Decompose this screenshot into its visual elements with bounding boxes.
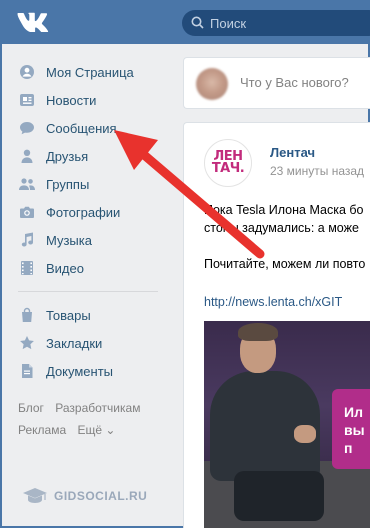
sidebar-item-label: Закладки [46, 335, 103, 351]
bag-icon [18, 307, 36, 323]
sidebar-item-label: Документы [46, 363, 114, 379]
film-icon [18, 260, 36, 276]
sidebar-item-news[interactable]: Новости [2, 86, 172, 114]
person-icon [18, 148, 36, 164]
sidebar-item-friends[interactable]: Друзья [2, 142, 172, 170]
sidebar-item-label: Фотографии [46, 204, 121, 220]
chat-icon [18, 120, 36, 136]
image-caption-line: Ил [344, 404, 363, 420]
sidebar-item-messages[interactable]: Сообщения [2, 114, 172, 142]
post-time[interactable]: 23 минуты назад [270, 164, 364, 178]
post-text: Пока Tesla Илона Маска бо стоны задумали… [204, 201, 370, 273]
post-text-line: стоны задумались: а може [204, 221, 359, 235]
star-icon [18, 335, 36, 351]
left-sidebar: Моя Страница Новости Сообщения Друзья Гр… [2, 58, 172, 441]
group-icon [18, 176, 36, 192]
publisher-avatar[interactable]: ЛЕН ТАЧ. [204, 139, 252, 187]
graduation-cap-icon [23, 488, 47, 503]
composer-placeholder[interactable]: Что у Вас нового? [240, 75, 349, 90]
sidebar-item-label: Моя Страница [46, 64, 134, 80]
link-ads[interactable]: Реклама [18, 423, 66, 437]
search-box[interactable] [182, 10, 370, 36]
sidebar-item-label: Товары [46, 307, 91, 323]
sidebar-item-label: Видео [46, 260, 84, 276]
sidebar-item-label: Сообщения [46, 120, 117, 136]
image-legs [234, 471, 324, 521]
image-person-hand [294, 425, 316, 443]
doc-icon [18, 363, 36, 379]
sidebar-item-music[interactable]: Музыка [2, 226, 172, 254]
sidebar-divider [18, 291, 158, 292]
watermark-text: GIDSOCIAL.RU [54, 489, 148, 503]
sidebar-item-goods[interactable]: Товары [2, 301, 172, 329]
post-link[interactable]: http://news.lenta.ch/xGIT [204, 295, 342, 309]
publisher-logo-text: ЛЕН ТАЧ. [211, 149, 245, 176]
image-caption: Ил вы п [344, 403, 370, 457]
sidebar-item-photos[interactable]: Фотографии [2, 198, 172, 226]
vk-logo[interactable] [16, 10, 52, 36]
post-text-line: Почитайте, можем ли повто [204, 257, 366, 271]
sidebar-item-label: Группы [46, 176, 90, 192]
sidebar-item-documents[interactable]: Документы [2, 357, 172, 385]
link-developers[interactable]: Разработчикам [55, 401, 140, 415]
search-input[interactable] [210, 10, 370, 36]
post-image[interactable]: Ил вы п [204, 321, 370, 528]
sidebar-item-label: Друзья [46, 148, 89, 164]
sidebar-item-my-page[interactable]: Моя Страница [2, 58, 172, 86]
news-icon [18, 92, 36, 108]
sidebar-item-label: Музыка [46, 232, 92, 248]
sidebar-item-bookmarks[interactable]: Закладки [2, 329, 172, 357]
footer-links: Блог Разработчикам Реклама Ещё ⌄ [2, 397, 172, 441]
image-person-hair [238, 323, 278, 341]
link-more[interactable]: Ещё ⌄ [77, 423, 115, 437]
link-blog[interactable]: Блог [18, 401, 44, 415]
sidebar-item-groups[interactable]: Группы [2, 170, 172, 198]
watermark: GIDSOCIAL.RU [22, 486, 147, 506]
post-composer[interactable]: Что у Вас нового? [183, 57, 370, 109]
post-text-line: Пока Tesla Илона Маска бо [204, 203, 364, 217]
sidebar-item-label: Новости [46, 92, 97, 108]
post-author[interactable]: Лентач [270, 145, 315, 160]
avatar [196, 68, 228, 100]
search-icon [191, 16, 204, 29]
music-icon [18, 232, 36, 248]
image-caption-line: вы п [344, 422, 365, 456]
sidebar-item-video[interactable]: Видео [2, 254, 172, 282]
home-icon [18, 64, 36, 80]
camera-icon [18, 204, 36, 220]
feed-post: ЛЕН ТАЧ. Лентач 23 минуты назад Пока Tes… [183, 122, 370, 528]
top-bar [2, 2, 370, 44]
